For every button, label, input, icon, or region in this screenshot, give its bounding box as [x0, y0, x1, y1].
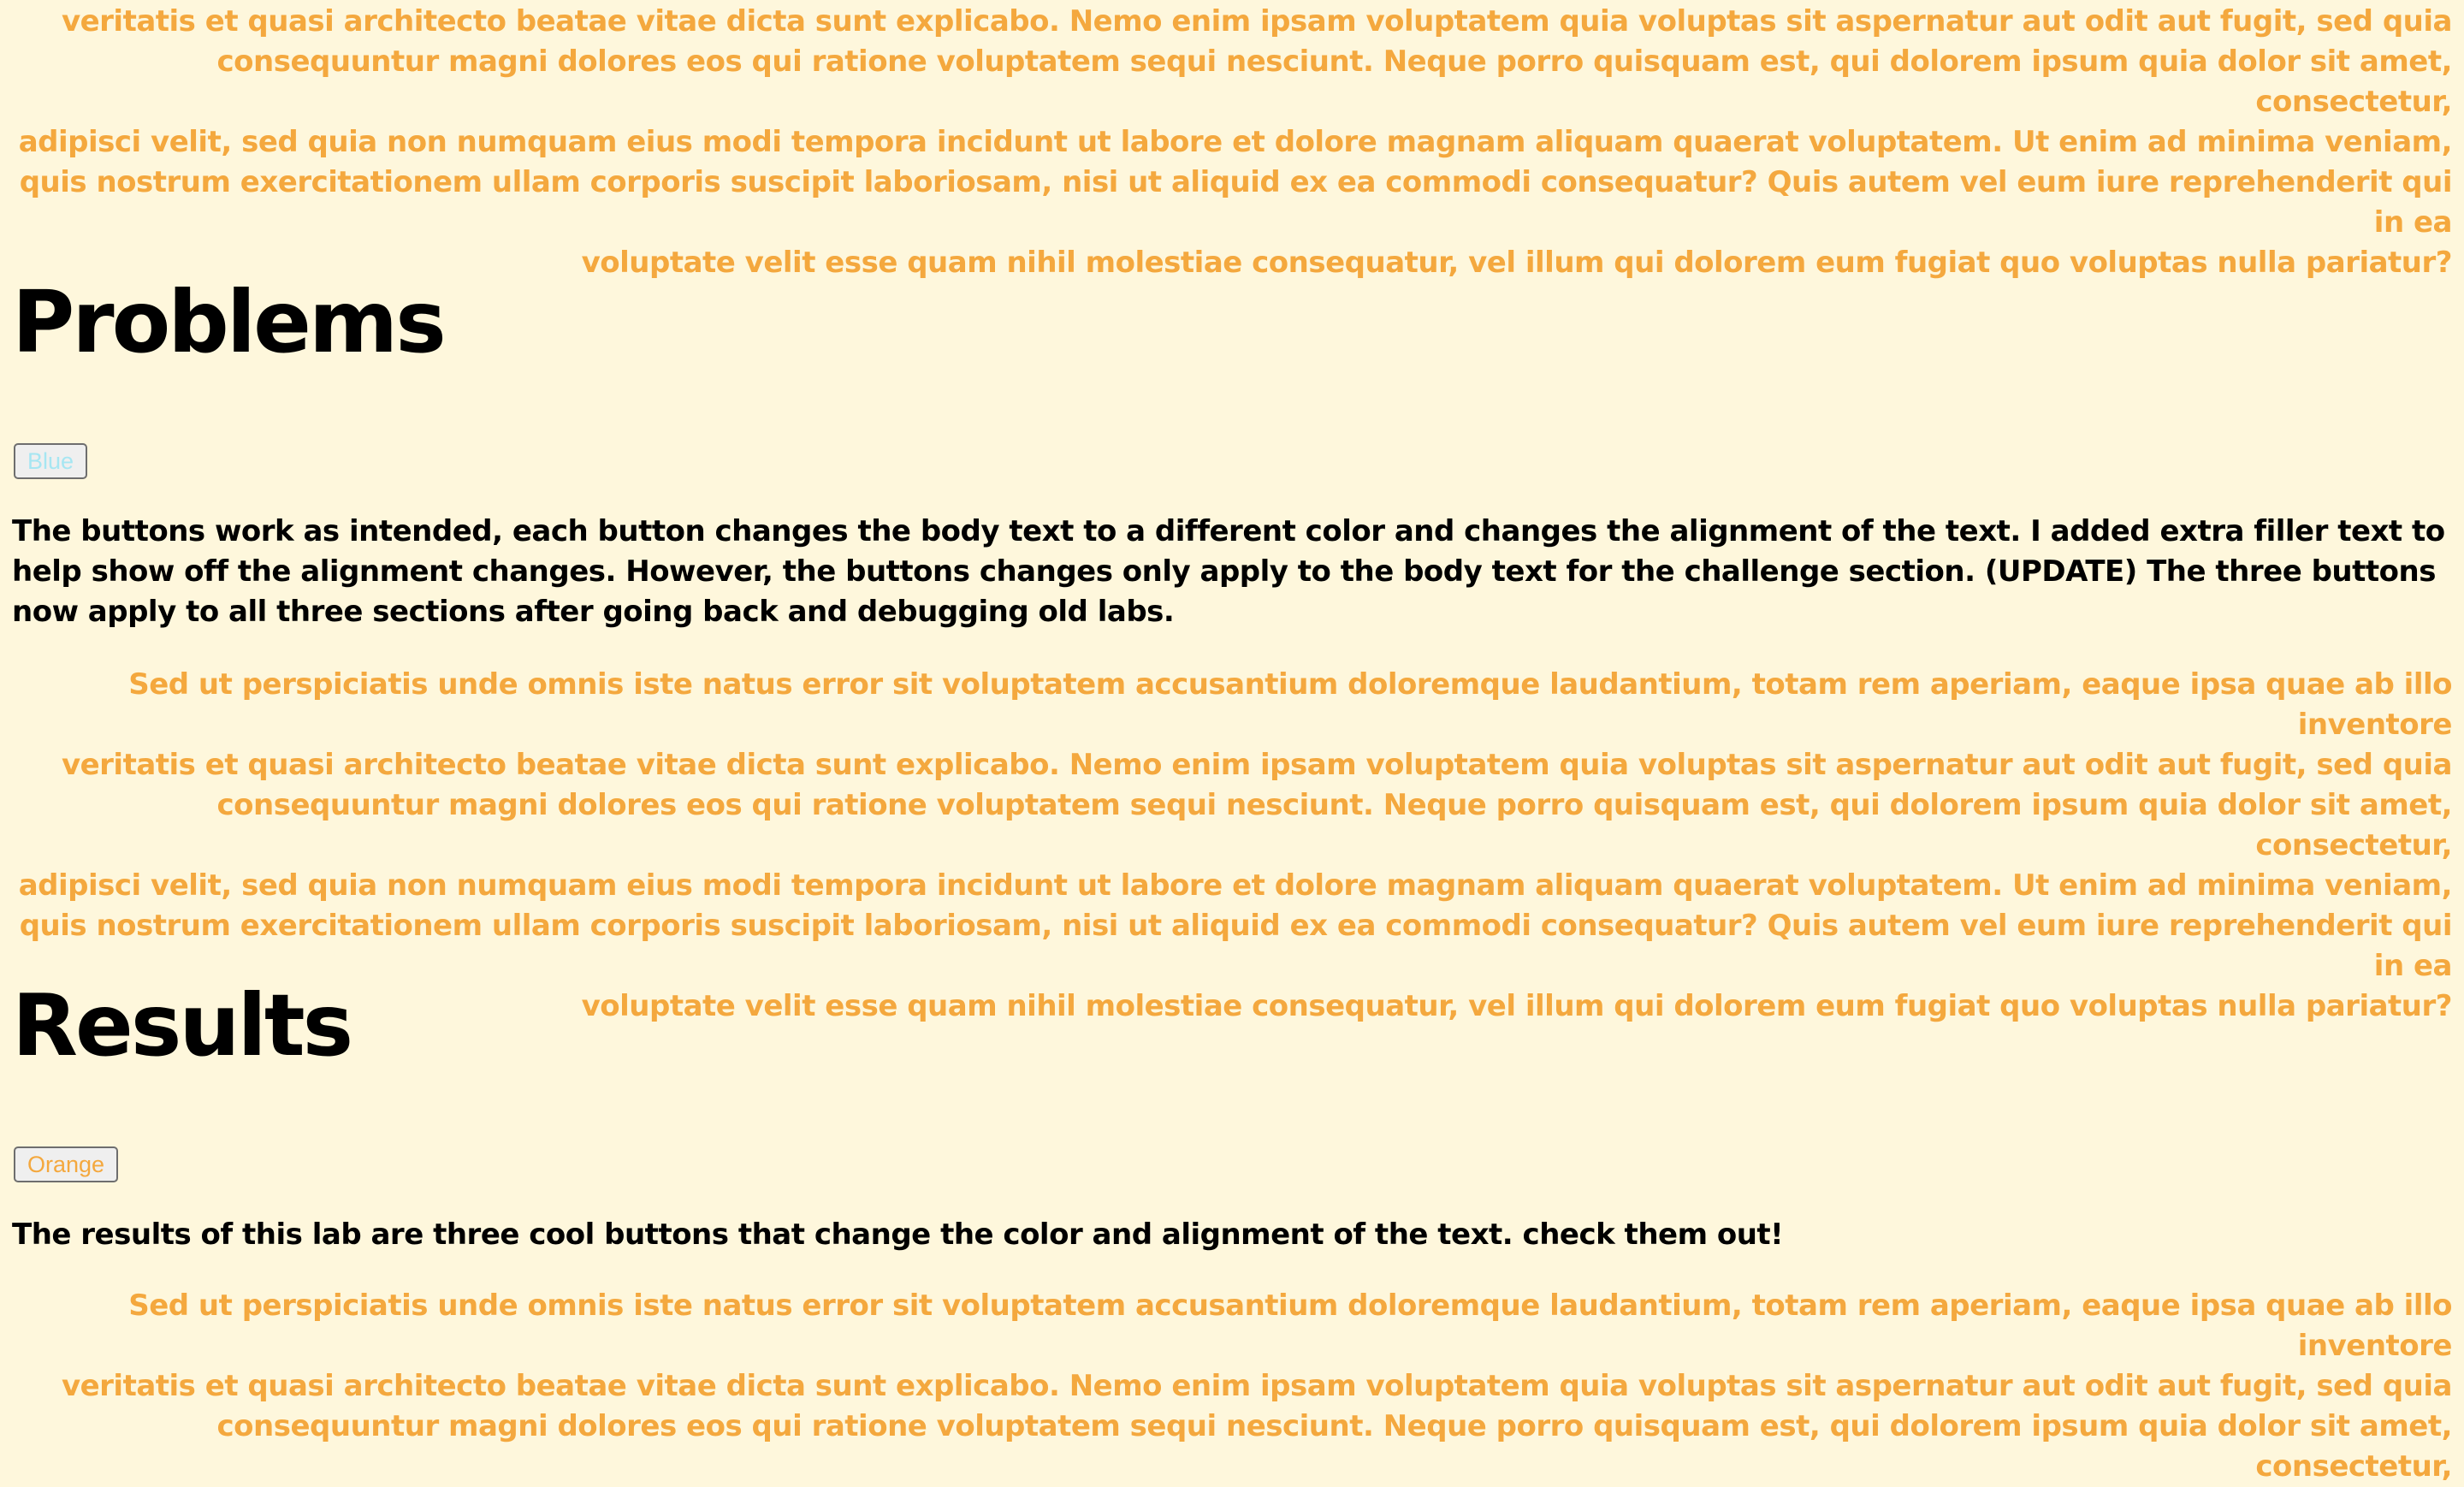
filler-line: adipisci velit, sed quia non numquam eiu… [18, 868, 2453, 903]
filler-line: consequuntur magni dolores eos qui ratio… [216, 44, 2453, 119]
filler-line: Sed ut perspiciatis unde omnis iste natu… [128, 667, 2452, 742]
filler-line: Sed ut perspiciatis unde omnis iste natu… [128, 1289, 2452, 1363]
filler-line: consequuntur magni dolores eos qui ratio… [216, 788, 2453, 862]
results-heading: Results [12, 975, 353, 1075]
filler-line: quis nostrum exercitationem ullam corpor… [19, 165, 2453, 240]
filler-line: quis nostrum exercitationem ullam corpor… [19, 909, 2453, 983]
orange-button[interactable]: Orange [14, 1146, 118, 1182]
filler-line: veritatis et quasi architecto beatae vit… [61, 748, 2453, 782]
filler-paragraph-problems: Sed ut perspiciatis unde omnis iste natu… [12, 665, 2453, 1027]
filler-line: veritatis et quasi architecto beatae vit… [61, 4, 2453, 39]
blue-button[interactable]: Blue [14, 443, 87, 479]
filler-paragraph-results: Sed ut perspiciatis unde omnis iste natu… [12, 1286, 2453, 1487]
filler-line: voluptate velit esse quam nihil molestia… [581, 246, 2453, 280]
filler-line: adipisci velit, sed quia non numquam eiu… [18, 125, 2453, 159]
results-body-text: The results of this lab are three cool b… [12, 1217, 1784, 1252]
filler-line: consequuntur magni dolores eos qui ratio… [216, 1409, 2453, 1484]
filler-line: veritatis et quasi architecto beatae vit… [61, 1369, 2453, 1403]
filler-line: voluptate velit esse quam nihil molestia… [581, 989, 2453, 1023]
problems-heading: Problems [12, 272, 447, 372]
problems-body-text: The buttons work as intended, each butto… [12, 514, 2445, 629]
filler-paragraph-top: veritatis et quasi architecto beatae vit… [12, 2, 2453, 283]
